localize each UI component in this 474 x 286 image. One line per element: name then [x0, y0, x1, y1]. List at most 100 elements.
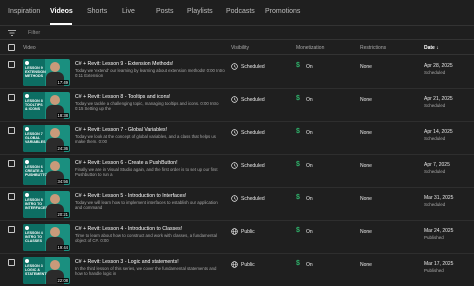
row-checkbox[interactable] — [8, 160, 15, 167]
thumbnail-text: Lesson 5 Intro to Interfaces — [25, 198, 48, 211]
video-title[interactable]: C# + Revit: Lesson 8 - Tooltips and icon… — [75, 94, 171, 100]
channel-logo-icon — [25, 193, 29, 197]
video-title[interactable]: C# + Revit: Lesson 9 - Extension Methods… — [75, 61, 173, 67]
table-row[interactable]: Lesson 4 Intro to Classes 19:44 C# + Rev… — [0, 221, 474, 254]
row-checkbox[interactable] — [8, 193, 15, 200]
video-date: Mar 31, 2025 — [424, 195, 454, 201]
channel-logo-icon — [25, 61, 29, 65]
visibility-label: Scheduled — [241, 64, 265, 70]
video-description: Today we tackle a challenging topic, man… — [75, 101, 219, 112]
video-date: Apr 28, 2025 — [424, 63, 453, 69]
video-duration: 17:49 — [56, 80, 69, 85]
visibility-label: Scheduled — [241, 130, 265, 136]
channel-logo-icon — [25, 259, 29, 263]
clock-icon — [231, 195, 238, 202]
presenter-face — [50, 128, 60, 138]
restrictions-label: None — [360, 64, 372, 70]
video-duration: 34:56 — [56, 179, 69, 184]
video-status: Scheduled — [424, 70, 446, 75]
video-duration: 18:38 — [56, 113, 69, 118]
channel-logo-icon — [25, 226, 29, 230]
tab-shorts[interactable]: Shorts — [87, 8, 107, 15]
video-status: Published — [424, 268, 444, 273]
tab-videos[interactable]: Videos — [50, 8, 73, 15]
row-checkbox[interactable] — [8, 226, 15, 233]
filter-bar[interactable]: Filter — [0, 26, 474, 40]
video-thumbnail[interactable]: Lesson 6 Create a PushButton 34:56 — [23, 158, 70, 185]
video-status: Scheduled — [424, 136, 446, 141]
table-row[interactable]: Lesson 6 Create a PushButton 34:56 C# + … — [0, 155, 474, 188]
column-header-date[interactable]: Date ↓ — [424, 45, 439, 51]
clock-icon — [231, 96, 238, 103]
tab-podcasts[interactable]: Podcasts — [226, 8, 255, 15]
video-description: Today we 'extend' our learning by learni… — [75, 68, 225, 79]
video-title[interactable]: C# + Revit: Lesson 7 - Global Variables! — [75, 127, 167, 133]
restrictions-label: None — [360, 262, 372, 268]
video-thumbnail[interactable]: Lesson 3 Logic & Statements 22:08 — [23, 257, 70, 284]
globe-icon — [231, 228, 238, 235]
video-status: Scheduled — [424, 103, 446, 108]
video-title[interactable]: C# + Revit: Lesson 6 - Create a PushButt… — [75, 160, 178, 166]
filter-icon[interactable] — [8, 29, 16, 37]
table-row[interactable]: Lesson 3 Logic & Statements 22:08 C# + R… — [0, 254, 474, 286]
video-description: Finally we are in Visual Studio again, a… — [75, 167, 218, 178]
video-date: Mar 17, 2025 — [424, 261, 454, 267]
dollar-icon: $ — [296, 62, 300, 69]
table-row[interactable]: Lesson 5 Intro to Interfaces 20:21 C# + … — [0, 188, 474, 221]
restrictions-label: None — [360, 196, 372, 202]
row-checkbox[interactable] — [8, 61, 15, 68]
visibility-label: Public — [241, 262, 255, 268]
dollar-icon: $ — [296, 194, 300, 201]
select-all-checkbox[interactable] — [8, 44, 15, 51]
channel-logo-icon — [25, 94, 29, 98]
dollar-icon: $ — [296, 260, 300, 267]
video-date: Apr 21, 2025 — [424, 96, 453, 102]
monetization-label: On — [306, 196, 313, 202]
video-status: Published — [424, 235, 444, 240]
clock-icon — [231, 63, 238, 70]
monetization-label: On — [306, 229, 313, 235]
video-description: Today we look at the concept of global v… — [75, 134, 216, 145]
monetization-label: On — [306, 64, 313, 70]
visibility-label: Scheduled — [241, 97, 265, 103]
video-title[interactable]: C# + Revit: Lesson 3 - Logic and stateme… — [75, 259, 179, 265]
row-checkbox[interactable] — [8, 127, 15, 134]
tab-posts[interactable]: Posts — [156, 8, 174, 15]
tab-bar: Inspiration Videos Shorts Live Posts Pla… — [0, 0, 474, 26]
thumbnail-text: Lesson 3 Logic & Statements — [25, 264, 49, 277]
tab-live[interactable]: Live — [122, 8, 135, 15]
restrictions-label: None — [360, 229, 372, 235]
presenter-face — [50, 194, 60, 204]
thumbnail-text: Lesson 9 Extension Methods — [25, 66, 46, 79]
table-row[interactable]: Lesson 9 Extension Methods 17:49 C# + Re… — [0, 56, 474, 89]
channel-logo-icon — [25, 127, 29, 131]
video-title[interactable]: C# + Revit: Lesson 5 - Introduction to I… — [75, 193, 186, 199]
dollar-icon: $ — [296, 161, 300, 168]
row-checkbox[interactable] — [8, 94, 15, 101]
video-description: In the third lesson of this series, we c… — [75, 266, 217, 277]
column-header-monetization: Monetization — [296, 45, 325, 51]
channel-logo-icon — [25, 160, 29, 164]
thumbnail-text: Lesson 8 Tooltips & Icons — [25, 99, 43, 112]
column-header-restrictions: Restrictions — [360, 45, 387, 51]
monetization-label: On — [306, 97, 313, 103]
presenter-face — [50, 260, 60, 270]
video-thumbnail[interactable]: Lesson 5 Intro to Interfaces 20:21 — [23, 191, 70, 218]
table-row[interactable]: Lesson 8 Tooltips & Icons 18:38 C# + Rev… — [0, 89, 474, 122]
video-thumbnail[interactable]: Lesson 4 Intro to Classes 19:44 — [23, 224, 70, 251]
video-thumbnail[interactable]: Lesson 9 Extension Methods 17:49 — [23, 59, 70, 86]
table-row[interactable]: Lesson 7 Global Variables 24:36 C# + Rev… — [0, 122, 474, 155]
monetization-label: On — [306, 262, 313, 268]
row-checkbox[interactable] — [8, 259, 15, 266]
video-thumbnail[interactable]: Lesson 7 Global Variables 24:36 — [23, 125, 70, 152]
column-header-visibility: Visibility — [231, 45, 249, 51]
filter-input[interactable]: Filter — [28, 30, 40, 36]
video-date: Apr 14, 2025 — [424, 129, 453, 135]
tab-inspiration[interactable]: Inspiration — [8, 8, 40, 15]
tab-promotions[interactable]: Promotions — [265, 8, 300, 15]
video-thumbnail[interactable]: Lesson 8 Tooltips & Icons 18:38 — [23, 92, 70, 119]
tab-playlists[interactable]: Playlists — [187, 8, 213, 15]
monetization-label: On — [306, 130, 313, 136]
video-title[interactable]: C# + Revit: Lesson 4 - Introduction to C… — [75, 226, 182, 232]
video-status: Scheduled — [424, 202, 446, 207]
